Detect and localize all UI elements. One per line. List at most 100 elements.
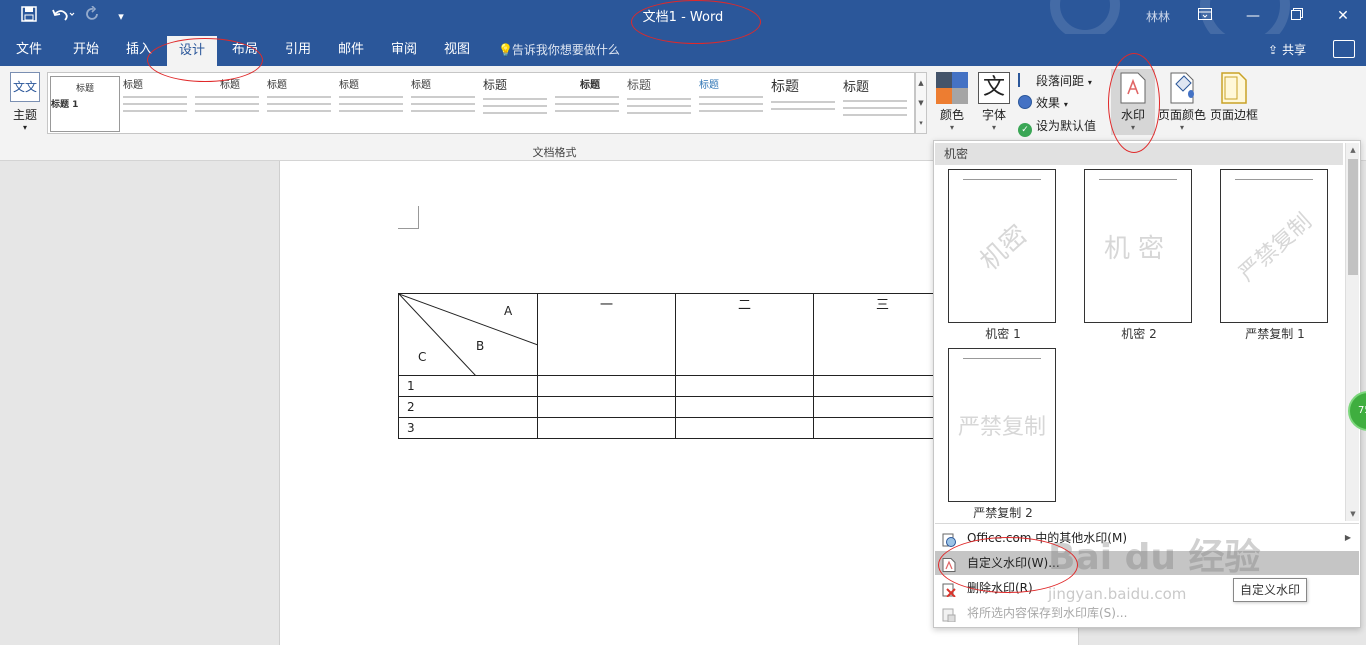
chevron-down-icon: ▾ xyxy=(1179,123,1184,132)
table-cell[interactable] xyxy=(675,375,814,397)
tab-layout[interactable]: 布局 xyxy=(220,34,270,66)
table-header-cell[interactable]: 二 xyxy=(675,293,814,376)
tab-design[interactable]: 设计 xyxy=(167,36,217,66)
table-cell[interactable]: 2 xyxy=(398,396,538,418)
table-cell[interactable] xyxy=(675,396,814,418)
diagonal-header-cell[interactable]: A B C xyxy=(398,293,538,376)
paragraph-spacing-button[interactable]: 段落间距 ▾ xyxy=(1018,72,1092,90)
page-color-icon xyxy=(1166,72,1198,104)
gallery-scrollbar[interactable]: ▲ ▼ ▾ xyxy=(915,72,927,134)
set-as-default-button[interactable]: ✓ 设为默认值 xyxy=(1018,117,1097,137)
ribbon-display-icon[interactable] xyxy=(1192,5,1218,27)
watermark-caption: 严禁复制 2 xyxy=(973,506,1033,520)
watermark-option-confidential-1[interactable]: 机密 机密 1 xyxy=(948,169,1058,342)
save-to-gallery-label: 将所选内容保存到水印库(S)... xyxy=(967,606,1128,620)
style-set-item[interactable]: 标题 xyxy=(195,76,265,132)
table-cell[interactable] xyxy=(537,375,676,397)
table-row: A B C 一 二 三 xyxy=(398,293,952,376)
scroll-thumb[interactable] xyxy=(1348,159,1358,275)
account-name[interactable]: 林林 xyxy=(1146,8,1170,25)
chevron-down-icon: ▾ xyxy=(991,123,996,132)
effects-icon xyxy=(1018,95,1032,109)
style-set-item[interactable]: 标题 xyxy=(411,76,481,132)
watermark-button[interactable]: 水印 ▾ xyxy=(1111,69,1155,135)
style-set-item[interactable]: 标题 xyxy=(627,76,697,132)
watermark-preview: 机密 xyxy=(1084,169,1192,323)
page-borders-button[interactable]: 页面边框 xyxy=(1210,72,1258,123)
scroll-up-icon[interactable]: ▲ xyxy=(1346,143,1360,157)
watermark-preview: 机密 xyxy=(948,169,1056,323)
share-button[interactable]: ⇪ 共享 xyxy=(1268,34,1306,66)
tooltip: 自定义水印 xyxy=(1233,578,1308,602)
table-header-cell[interactable]: 三 xyxy=(813,293,952,376)
style-set-gallery: 标题 标题 1 标题 标题 标题 标题 标题 标题 标题 标题 标题 标题 标题 xyxy=(47,72,915,134)
watermark-option-do-not-copy-2[interactable]: 严禁复制 严禁复制 2 xyxy=(948,348,1058,521)
style-set-item[interactable]: 标题 xyxy=(699,76,769,132)
set-as-default-label: 设为默认值 xyxy=(1036,119,1097,133)
gallery-more-icon[interactable]: ▾ xyxy=(916,113,926,133)
chevron-down-icon: ▾ xyxy=(22,123,27,132)
remove-watermark-label: 删除水印(R) xyxy=(967,581,1033,595)
comment-icon[interactable] xyxy=(1333,40,1355,58)
table-cell[interactable] xyxy=(813,375,952,397)
watermark-option-do-not-copy-1[interactable]: 严禁复制 严禁复制 1 xyxy=(1220,169,1330,342)
style-set-item[interactable]: 标题 xyxy=(123,76,193,132)
colors-button[interactable]: 颜色 ▾ xyxy=(934,72,970,132)
scroll-down-icon[interactable]: ▼ xyxy=(1346,507,1360,521)
share-label: 共享 xyxy=(1282,43,1307,57)
watermark-scrollbar[interactable]: ▲ ▼ xyxy=(1345,143,1359,521)
table-cell[interactable] xyxy=(813,396,952,418)
chevron-down-icon: ▾ xyxy=(1130,123,1135,132)
colors-icon xyxy=(936,72,968,104)
table-cell[interactable] xyxy=(537,396,676,418)
style-set-item[interactable]: 标题 标题 1 xyxy=(50,76,120,132)
style-set-item[interactable]: 标题 xyxy=(267,76,337,132)
watermark-section-title: 机密 xyxy=(935,143,1343,165)
tab-mailings[interactable]: 邮件 xyxy=(326,34,376,66)
style-set-item[interactable]: 标题 xyxy=(771,76,841,132)
watermark-option-confidential-2[interactable]: 机密 机密 2 xyxy=(1084,169,1194,342)
tab-view[interactable]: 视图 xyxy=(432,34,482,66)
style-set-item[interactable]: 标题 xyxy=(843,76,913,132)
scroll-down-icon[interactable]: ▼ xyxy=(916,93,926,113)
table-cell[interactable]: 3 xyxy=(398,417,538,439)
document-table[interactable]: A B C 一 二 三 1 2 3 xyxy=(398,293,952,439)
diagonal-label-b: B xyxy=(476,339,485,353)
watermark-preview-text: 机密 xyxy=(1103,233,1172,264)
watermark-caption: 机密 2 xyxy=(1121,327,1157,341)
table-header-cell[interactable]: 一 xyxy=(537,293,676,376)
watermark-caption: 严禁复制 1 xyxy=(1245,327,1305,341)
colors-label: 颜色 xyxy=(939,108,964,122)
tab-review[interactable]: 审阅 xyxy=(379,34,429,66)
style-set-item[interactable]: 标题 xyxy=(483,76,553,132)
tab-references[interactable]: 引用 xyxy=(273,34,323,66)
menu-divider xyxy=(935,523,1359,524)
table-cell[interactable] xyxy=(813,417,952,439)
tab-insert[interactable]: 插入 xyxy=(114,34,164,66)
document-formatting-group-label: 文档格式 xyxy=(532,146,577,159)
tab-file[interactable]: 文件 xyxy=(5,34,53,66)
table-cell[interactable]: 1 xyxy=(398,375,538,397)
watermark-preview-text: 严禁复制 xyxy=(957,415,1046,440)
style-set-item[interactable]: 标题 xyxy=(339,76,409,132)
tell-me-search[interactable]: 💡 告诉我你想要做什么 xyxy=(498,34,620,66)
page-borders-label: 页面边框 xyxy=(1210,108,1259,122)
close-icon[interactable]: ✕ xyxy=(1330,5,1356,27)
page-color-button[interactable]: 页面颜色 ▾ xyxy=(1158,72,1206,132)
custom-watermark-icon xyxy=(942,556,956,572)
table-cell[interactable] xyxy=(537,417,676,439)
table-cell[interactable] xyxy=(675,417,814,439)
save-to-gallery-menu-item[interactable]: 将所选内容保存到水印库(S)... xyxy=(935,601,1359,625)
page-color-label: 页面颜色 xyxy=(1158,108,1207,122)
scroll-up-icon[interactable]: ▲ xyxy=(916,73,926,93)
restore-icon[interactable] xyxy=(1284,5,1310,27)
themes-button[interactable]: 文文 主题 ▾ xyxy=(6,72,44,132)
style-set-item[interactable]: 标题 xyxy=(555,76,625,132)
chevron-down-icon: ▾ xyxy=(949,123,954,132)
watermark-caption: 机密 1 xyxy=(985,327,1021,341)
effects-button[interactable]: 效果 ▾ xyxy=(1018,94,1068,112)
tab-home[interactable]: 开始 xyxy=(61,34,111,66)
minimize-icon[interactable]: — xyxy=(1240,5,1266,27)
fonts-button[interactable]: 文 字体 ▾ xyxy=(976,72,1012,132)
margin-corner-mark xyxy=(398,206,419,229)
